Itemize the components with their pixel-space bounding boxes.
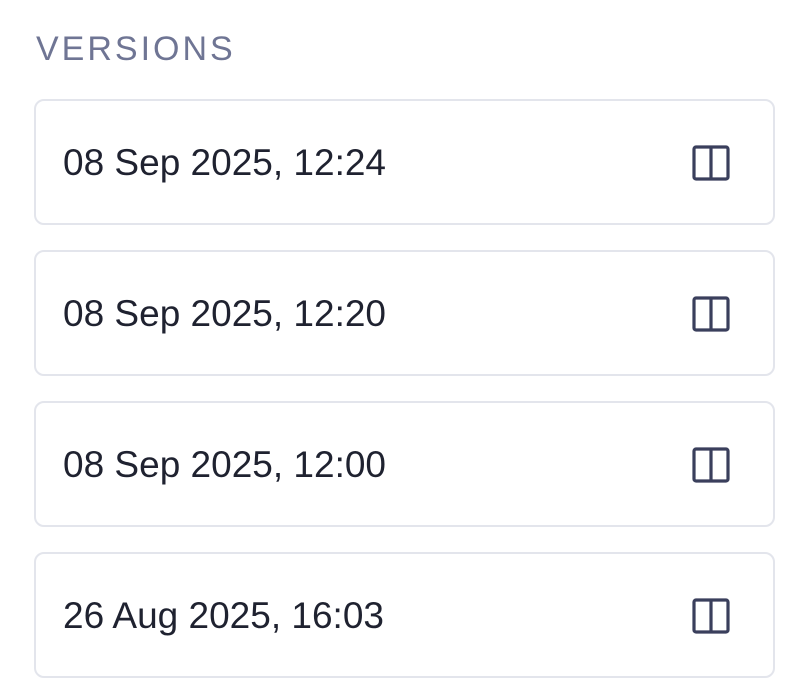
columns-icon[interactable] [692,598,730,634]
version-item[interactable]: 26 Aug 2025, 16:03 [34,552,775,678]
columns-icon[interactable] [692,447,730,483]
version-date: 26 Aug 2025, 16:03 [63,595,384,636]
columns-icon[interactable] [692,145,730,181]
version-date: 08 Sep 2025, 12:00 [63,444,387,485]
versions-heading: VERSIONS [36,30,236,68]
version-date: 08 Sep 2025, 12:20 [63,293,387,334]
columns-icon[interactable] [692,296,730,332]
version-item[interactable]: 08 Sep 2025, 12:20 [34,250,775,376]
version-list: 08 Sep 2025, 12:24 08 Sep 2025, 12:20 08… [34,99,775,678]
version-item[interactable]: 08 Sep 2025, 12:00 [34,401,775,527]
version-date: 08 Sep 2025, 12:24 [63,142,387,183]
version-item[interactable]: 08 Sep 2025, 12:24 [34,99,775,225]
